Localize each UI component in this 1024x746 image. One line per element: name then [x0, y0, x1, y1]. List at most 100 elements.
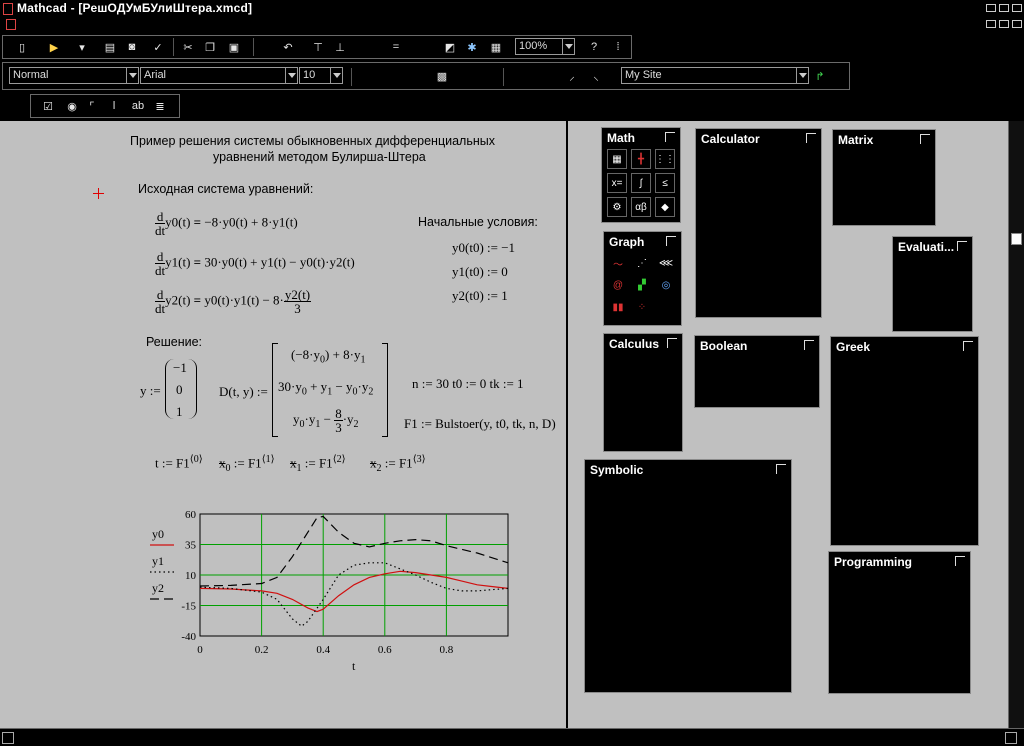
font-select[interactable]: Arial	[140, 67, 298, 84]
chevron-down-icon[interactable]	[285, 68, 297, 83]
worksheet[interactable]: Пример решения системы обыкновенных дифф…	[0, 121, 566, 728]
style-select[interactable]: Normal	[9, 67, 139, 84]
doc-minimize-button[interactable]	[986, 20, 996, 28]
extract-y0[interactable]: x0 := F1⟨1⟩	[219, 454, 275, 474]
extract-t[interactable]: t := F1⟨0⟩	[155, 454, 203, 471]
contour-plot-icon[interactable]: @	[608, 275, 628, 295]
equation-2[interactable]: d dt y1(t) = 30·y0(t) + y1(t) − y0(t)·y2(t…	[155, 250, 355, 277]
solution-plot[interactable]: 0 0.2 0.4 0.6 0.8 60 35 10 -15 -40 y0 y1 y2	[0, 506, 566, 716]
close-icon[interactable]	[920, 134, 930, 144]
app-icon[interactable]	[3, 3, 13, 15]
superscript-icon[interactable]: ⸜	[587, 67, 605, 85]
graph-palette[interactable]: Graph 〜 ⋰ ⋘ @ ▞ ◎ ▮▮ ⁘	[603, 231, 682, 326]
border-icon[interactable]: ▩	[433, 67, 451, 85]
align-down-icon[interactable]: ⊥	[331, 38, 349, 56]
close-icon[interactable]	[806, 133, 816, 143]
xy-plot-icon[interactable]: 〜	[608, 253, 628, 273]
calculus-toolbar-icon[interactable]: ∫	[631, 173, 651, 193]
close-icon[interactable]	[957, 241, 967, 251]
calculate-icon[interactable]: =	[387, 38, 405, 56]
close-icon[interactable]	[666, 236, 676, 246]
close-button[interactable]	[1012, 4, 1022, 12]
chevron-down-icon[interactable]	[796, 68, 808, 83]
extract-y1[interactable]: x1 := F1⟨2⟩	[290, 454, 346, 474]
scrollbar-thumb[interactable]	[1011, 233, 1022, 245]
equation-3[interactable]: d dt y2(t) = y0(t)·y1(t) − 8· y2(t) 3	[155, 288, 312, 315]
boolean-palette[interactable]: Boolean	[694, 335, 820, 408]
system-label[interactable]: Исходная система уравнений:	[138, 182, 313, 196]
font-size-select[interactable]: 10	[299, 67, 343, 84]
radio-control-icon[interactable]: ◉	[63, 97, 81, 115]
d-function-definition[interactable]: D(t, y) := (−8·y0) + 8·y1 30·y0 + y1 − y…	[219, 339, 394, 439]
symbolic-palette[interactable]: Symbolic	[584, 459, 792, 693]
scroll-right-button[interactable]	[1005, 732, 1017, 744]
insert-function-icon[interactable]: ✱	[463, 38, 481, 56]
document-icon[interactable]	[6, 19, 16, 30]
programming-palette[interactable]: Programming	[828, 551, 971, 694]
paste-icon[interactable]: ▣	[225, 38, 243, 56]
page-heading-line2[interactable]: уравнений методом Булирша-Штера	[213, 150, 426, 164]
close-icon[interactable]	[804, 340, 814, 350]
insert-matrix-icon[interactable]: ▦	[487, 38, 505, 56]
minimize-button[interactable]	[986, 4, 996, 12]
zoom-select[interactable]: 100%	[515, 38, 575, 55]
solution-label[interactable]: Решение:	[146, 335, 202, 349]
print-icon[interactable]: ▤	[101, 38, 119, 56]
scroll-left-button[interactable]	[2, 732, 14, 744]
push-button-control-icon[interactable]: ⌜	[83, 97, 101, 115]
close-icon[interactable]	[667, 338, 677, 348]
help-icon[interactable]: ?	[585, 38, 603, 56]
programming-toolbar-icon[interactable]: ⚙	[607, 197, 627, 217]
close-icon[interactable]	[963, 341, 973, 351]
textbox-control-icon[interactable]: ab	[129, 97, 147, 115]
polar-plot-icon[interactable]: ⋰	[632, 253, 652, 273]
checkbox-control-icon[interactable]: ☑	[39, 97, 57, 115]
y-vector-definition[interactable]: y := −1 0 1	[140, 359, 200, 423]
maximize-button[interactable]	[999, 4, 1009, 12]
calculator-palette[interactable]: Calculator	[695, 128, 822, 318]
symbolic-toolbar-icon[interactable]: ◆	[655, 197, 675, 217]
chevron-down-icon[interactable]	[330, 68, 342, 83]
equation-1[interactable]: d dt y0(t) = −8·y0(t) + 8·y1(t)	[155, 210, 298, 237]
new-icon[interactable]: ▯	[13, 38, 31, 56]
math-palette[interactable]: Math ▦ ╋ ⋮⋮ x= ∫ ≤ ⚙ αβ ◆	[601, 127, 681, 223]
calculator-toolbar-icon[interactable]: ▦	[607, 149, 627, 169]
horizontal-scrollbar[interactable]	[0, 728, 1024, 746]
page-heading-line1[interactable]: Пример решения системы обыкновенных дифф…	[130, 134, 495, 148]
scatter-3d-icon[interactable]: ▞	[632, 275, 652, 295]
initial-conditions-label[interactable]: Начальные условия:	[418, 215, 538, 229]
initial-condition-y0[interactable]: y0(t0) := −1	[452, 240, 515, 256]
vector-field-icon[interactable]: ◎	[656, 275, 676, 295]
go-arrow-icon[interactable]: ↱	[811, 67, 829, 85]
chevron-down-icon[interactable]	[126, 68, 138, 83]
close-icon[interactable]	[665, 132, 675, 142]
close-icon[interactable]	[955, 556, 965, 566]
cut-icon[interactable]: ✂	[179, 38, 197, 56]
matrix-palette[interactable]: Matrix	[832, 129, 936, 226]
save-icon[interactable]: ▾	[73, 38, 91, 56]
evaluation-palette[interactable]: Evaluati...	[892, 236, 973, 332]
matrix-toolbar-icon[interactable]: ⋮⋮	[655, 149, 675, 169]
print-preview-icon[interactable]: ◙	[123, 38, 141, 56]
vertical-scrollbar[interactable]	[1008, 121, 1024, 728]
evaluation-toolbar-icon[interactable]: x=	[607, 173, 627, 193]
align-across-icon[interactable]: ⊤	[309, 38, 327, 56]
open-icon[interactable]: ▶	[45, 38, 63, 56]
extract-y2[interactable]: x2 := F1⟨3⟩	[370, 454, 426, 474]
doc-close-button[interactable]	[1012, 20, 1022, 28]
bar-plot-3d-icon[interactable]: ▮▮	[608, 297, 628, 317]
spell-check-icon[interactable]: ✓	[149, 38, 167, 56]
calculus-palette[interactable]: Calculus	[603, 333, 683, 452]
doc-restore-button[interactable]	[999, 20, 1009, 28]
insert-graph-icon[interactable]: ◩	[441, 38, 459, 56]
listbox-control-icon[interactable]: ≣	[151, 97, 169, 115]
whats-this-icon[interactable]: ⁞	[609, 38, 627, 56]
initial-condition-y1[interactable]: y1(t0) := 0	[452, 264, 508, 280]
boolean-toolbar-icon[interactable]: ≤	[655, 173, 675, 193]
subscript-icon[interactable]: ⸝	[563, 67, 581, 85]
chevron-down-icon[interactable]	[562, 39, 574, 54]
graph-toolbar-icon[interactable]: ╋	[631, 149, 651, 169]
initial-condition-y2[interactable]: y2(t0) := 1	[452, 288, 508, 304]
slider-control-icon[interactable]: ǀ	[105, 97, 123, 115]
solver-parameters[interactable]: n := 30 t0 := 0 tk := 1	[412, 376, 524, 392]
